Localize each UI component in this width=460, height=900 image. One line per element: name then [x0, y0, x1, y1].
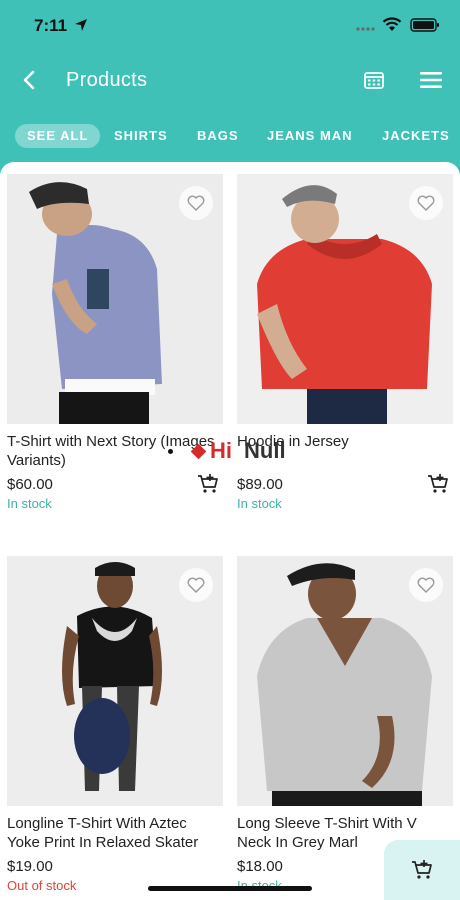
tab-see-all[interactable]: SEE ALL: [15, 124, 101, 148]
home-indicator: [148, 886, 312, 891]
product-image[interactable]: [7, 556, 223, 806]
stock-status: In stock: [237, 496, 282, 511]
dot-icon: [168, 448, 173, 454]
watermark-logo: Hi Null: [168, 436, 286, 466]
wifi-icon: [382, 17, 402, 31]
product-price: $89.00: [237, 476, 283, 493]
stock-status: In stock: [7, 496, 52, 511]
category-tabs: SEE ALL SHIRTS BAGS JEANS MAN JACKETS: [0, 122, 460, 152]
heart-icon: [187, 577, 205, 593]
floating-cart-button[interactable]: [384, 840, 460, 900]
product-price: $19.00: [7, 858, 53, 875]
app-header: Products: [0, 56, 460, 106]
product-image[interactable]: [7, 174, 223, 424]
product-price: $18.00: [237, 858, 283, 875]
add-to-cart-icon[interactable]: [427, 474, 449, 494]
tab-jeans-man[interactable]: JEANS MAN: [267, 124, 353, 148]
hamburger-menu-icon[interactable]: [420, 72, 442, 88]
favorite-button[interactable]: [409, 568, 443, 602]
location-arrow-icon: [75, 19, 87, 31]
product-image[interactable]: [237, 174, 453, 424]
diamond-icon: [190, 443, 207, 459]
product-grid: T-Shirt with Next Story (Images Variants…: [0, 162, 460, 900]
add-to-cart-icon[interactable]: [197, 474, 219, 494]
product-image[interactable]: [237, 556, 453, 806]
product-name: Longline T-Shirt With Aztec Yoke Print I…: [7, 815, 199, 851]
signal-dots-icon: [356, 27, 375, 31]
tab-shirts[interactable]: SHIRTS: [114, 124, 168, 148]
add-to-cart-icon: [412, 860, 432, 879]
product-price: $60.00: [7, 476, 53, 493]
heart-icon: [417, 577, 435, 593]
heart-icon: [417, 195, 435, 211]
tab-bags[interactable]: BAGS: [197, 124, 239, 148]
stock-status: Out of stock: [7, 878, 77, 893]
status-bar: 7:11: [0, 0, 460, 50]
back-arrow-icon[interactable]: [18, 68, 42, 92]
favorite-button[interactable]: [409, 186, 443, 220]
page-title: Products: [66, 69, 148, 91]
calendar-icon[interactable]: [364, 71, 384, 89]
favorite-button[interactable]: [179, 186, 213, 220]
battery-icon: [410, 18, 439, 32]
heart-icon: [187, 195, 205, 211]
favorite-button[interactable]: [179, 568, 213, 602]
status-time: 7:11: [34, 16, 68, 35]
tab-jackets[interactable]: JACKETS: [382, 124, 450, 148]
watermark-text: Null: [244, 438, 286, 463]
watermark-brand: Hi: [210, 438, 232, 463]
